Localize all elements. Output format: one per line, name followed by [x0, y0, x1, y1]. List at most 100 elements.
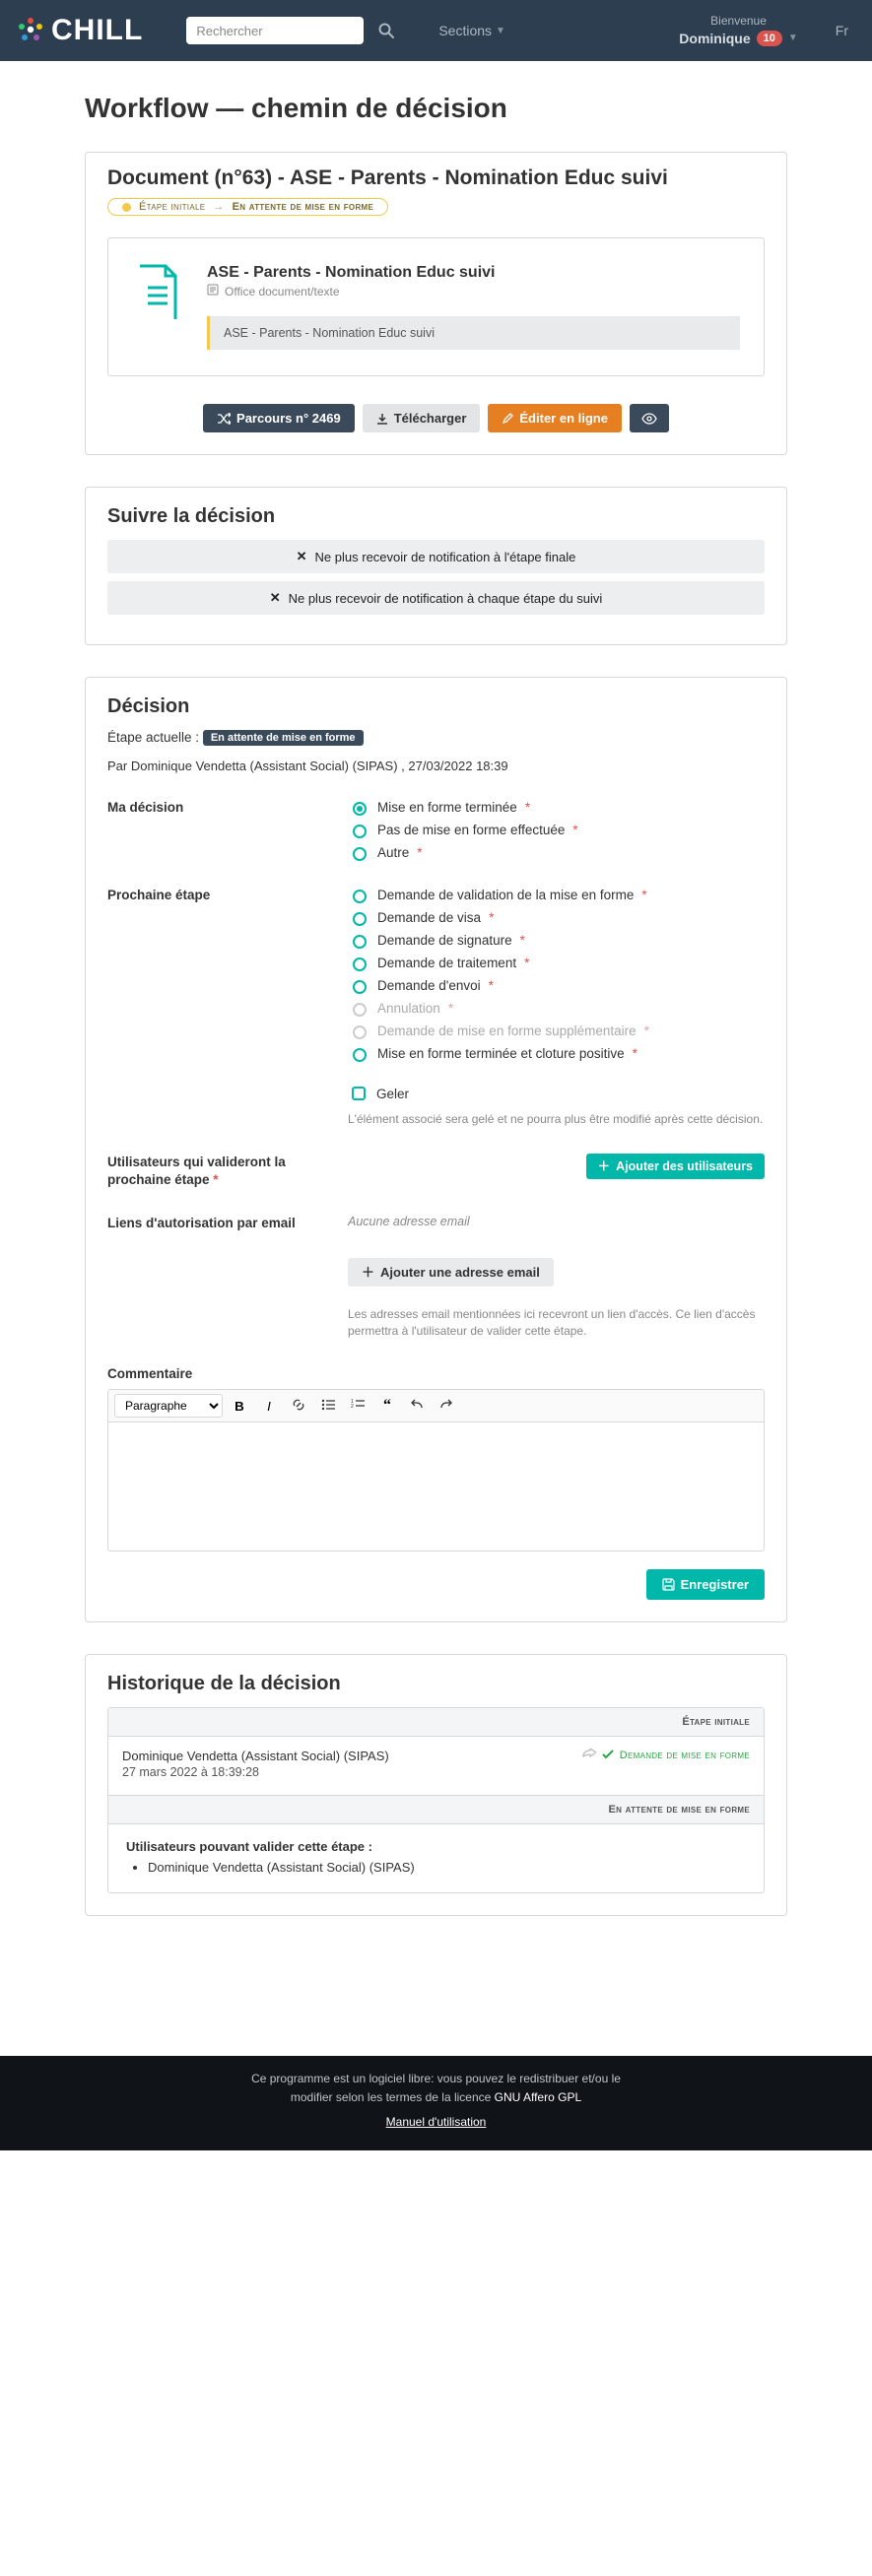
logo-text: CHILL [51, 14, 143, 47]
option-annulation: Annulation * [348, 1000, 765, 1017]
numbered-list-button[interactable]: 12 [345, 1394, 370, 1418]
caret-down-icon: ▼ [788, 32, 798, 44]
redo-button[interactable] [434, 1394, 459, 1418]
required-mark: * [525, 800, 530, 815]
user-name: Dominique [679, 30, 750, 47]
close-icon: ✕ [270, 590, 281, 606]
history-transition: Demande de mise en forme [582, 1749, 750, 1762]
required-mark: * [417, 845, 422, 860]
option-geler[interactable]: Geler [348, 1084, 765, 1103]
required-mark: * [633, 1046, 637, 1061]
history-user: Dominique Vendetta (Assistant Social) (S… [122, 1749, 389, 1763]
document-actions: Parcours n° 2469 Télécharger Éditer en l… [107, 404, 765, 432]
my-decision-row: Ma décision Mise en forme terminée * Pas… [107, 799, 765, 861]
parcours-label: Parcours n° 2469 [236, 412, 341, 425]
svg-text:2: 2 [351, 1404, 354, 1410]
edit-label: Éditer en ligne [519, 412, 608, 425]
paragraph-select[interactable]: Paragraphe [114, 1394, 223, 1418]
current-stage-label: Étape actuelle : [107, 730, 199, 745]
manual-link[interactable]: Manuel d'utilisation [386, 2113, 487, 2132]
add-users-button[interactable]: ＋ Ajouter des utilisateurs [586, 1154, 765, 1180]
document-context: ASE - Parents - Nomination Educ suivi [207, 316, 740, 350]
document-mime: Office document/texte [225, 285, 340, 298]
bold-button[interactable]: B [227, 1394, 252, 1418]
checkbox-input[interactable] [352, 1087, 366, 1100]
radio-input[interactable] [353, 980, 367, 994]
option-demande-signature[interactable]: Demande de signature * [348, 932, 765, 949]
link-button[interactable] [286, 1394, 311, 1418]
italic-icon: I [267, 1399, 271, 1414]
radio-input[interactable] [353, 912, 367, 926]
required-mark: * [489, 910, 494, 925]
parcours-button[interactable]: Parcours n° 2469 [203, 404, 355, 432]
search-button[interactable] [373, 18, 399, 43]
option-autre[interactable]: Autre * [348, 844, 765, 861]
download-button[interactable]: Télécharger [363, 404, 481, 432]
bullet-list-button[interactable] [315, 1394, 341, 1418]
check-icon [602, 1750, 614, 1762]
page-title: Workflow — chemin de décision [85, 93, 787, 124]
option-label: Annulation [377, 1001, 440, 1016]
sections-menu[interactable]: Sections ▼ [433, 22, 511, 39]
unsubscribe-each-label: Ne plus recevoir de notification à chaqu… [289, 591, 603, 606]
option-pas-de-mise-en-forme[interactable]: Pas de mise en forme effectuée * [348, 822, 765, 838]
add-email-button[interactable]: ＋ Ajouter une adresse email [348, 1258, 554, 1287]
validators-list: Dominique Vendetta (Assistant Social) (S… [126, 1860, 746, 1875]
numbered-list-icon: 12 [351, 1399, 365, 1414]
option-demande-envoi[interactable]: Demande d'envoi * [348, 977, 765, 994]
option-mise-en-forme-terminee[interactable]: Mise en forme terminée * [348, 799, 765, 816]
comment-textarea[interactable] [108, 1422, 764, 1551]
language-switch[interactable]: Fr [836, 23, 848, 38]
current-stage-badge: En attente de mise en forme [203, 730, 364, 746]
undo-button[interactable] [404, 1394, 430, 1418]
option-demande-visa[interactable]: Demande de visa * [348, 909, 765, 926]
radio-input[interactable] [353, 890, 367, 903]
my-decision-label: Ma décision [107, 799, 324, 817]
email-links-row: Liens d'autorisation par email Aucune ad… [107, 1215, 765, 1340]
welcome-label: Bienvenue [710, 14, 767, 30]
license-link[interactable]: GNU Affero GPL [495, 2090, 581, 2104]
radio-input[interactable] [353, 935, 367, 949]
download-label: Télécharger [394, 412, 467, 425]
required-mark: * [489, 978, 494, 993]
option-label: Autre [377, 845, 409, 860]
logo[interactable]: CHILL [18, 14, 143, 47]
sections-label: Sections [438, 23, 492, 38]
radio-input[interactable] [353, 958, 367, 971]
quote-button[interactable]: “ [374, 1394, 400, 1418]
unsubscribe-each-button[interactable]: ✕ Ne plus recevoir de notification à cha… [107, 581, 765, 615]
edit-online-button[interactable]: Éditer en ligne [488, 404, 622, 432]
option-cloture-positive[interactable]: Mise en forme terminée et cloture positi… [348, 1045, 765, 1062]
unsubscribe-final-button[interactable]: ✕ Ne plus recevoir de notification à l'é… [107, 540, 765, 573]
editor-toolbar: Paragraphe B I [108, 1390, 764, 1422]
required-mark: * [641, 888, 646, 902]
forward-icon [582, 1749, 596, 1762]
option-label: Demande de visa [377, 910, 481, 925]
email-links-label: Liens d'autorisation par email [107, 1215, 324, 1232]
freeze-label: Geler [376, 1087, 409, 1101]
save-button[interactable]: Enregistrer [646, 1569, 765, 1600]
radio-input [353, 1025, 367, 1039]
radio-input[interactable] [353, 825, 367, 838]
radio-input[interactable] [353, 1048, 367, 1062]
user-menu[interactable]: Bienvenue Dominique 10 ▼ [679, 14, 798, 47]
next-step-options: Demande de validation de la mise en form… [348, 887, 765, 1128]
decision-card: Décision Étape actuelle : En attente de … [85, 677, 787, 1622]
view-button[interactable] [630, 404, 669, 432]
transition-label: Demande de mise en forme [620, 1750, 750, 1761]
search-input[interactable] [186, 17, 364, 44]
option-label: Pas de mise en forme effectuée [377, 823, 565, 837]
save-label: Enregistrer [681, 1578, 749, 1591]
validators-row: Utilisateurs qui valideront la prochaine… [107, 1154, 765, 1189]
undo-icon [410, 1399, 424, 1414]
document-name: ASE - Parents - Nomination Educ suivi [207, 264, 740, 282]
italic-button[interactable]: I [256, 1394, 282, 1418]
option-demande-traitement[interactable]: Demande de traitement * [348, 955, 765, 971]
radio-input[interactable] [353, 847, 367, 861]
radio-input[interactable] [353, 802, 367, 816]
history-row: Dominique Vendetta (Assistant Social) (S… [108, 1737, 764, 1796]
option-demande-validation[interactable]: Demande de validation de la mise en form… [348, 887, 765, 903]
search-group [186, 17, 399, 44]
email-help: Les adresses email mentionnées ici recev… [348, 1306, 765, 1340]
follow-card: Suivre la décision ✕ Ne plus recevoir de… [85, 487, 787, 645]
